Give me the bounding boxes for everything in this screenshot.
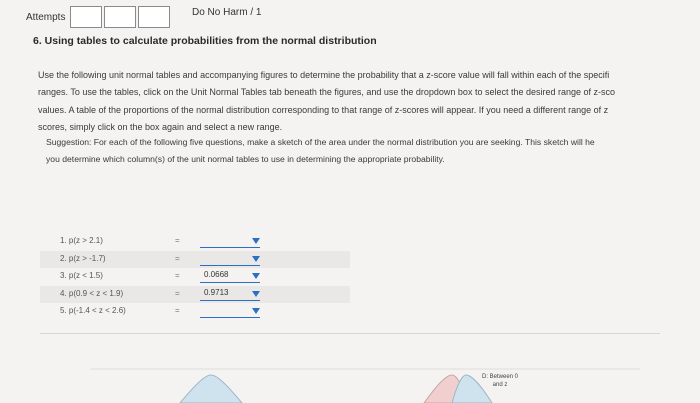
score-label: Do No Harm / 1 bbox=[192, 7, 262, 18]
question-row-4: 4. p(0.9 < z < 1.9) = 0.9713 bbox=[40, 285, 350, 303]
attempt-box bbox=[138, 6, 170, 28]
answer-dropdown-3[interactable]: 0.0668 bbox=[200, 269, 260, 283]
attempts-label: Attempts bbox=[26, 12, 66, 23]
question-label: 2. p(z > -1.7) bbox=[60, 253, 106, 263]
dropdown-arrow-icon bbox=[252, 238, 260, 244]
dropdown-value: 0.9713 bbox=[204, 287, 229, 297]
dropdown-arrow-icon bbox=[252, 255, 260, 262]
header-bar: Attempts Do No Harm / 1 bbox=[0, 0, 700, 32]
attempt-box bbox=[104, 6, 136, 28]
question-label: 4. p(0.9 < z < 1.9) bbox=[60, 288, 124, 298]
question-label: 3. p(z < 1.5) bbox=[60, 271, 103, 280]
equals-sign: = bbox=[175, 306, 180, 315]
question-label: 5. p(-1.4 < z < 2.6) bbox=[60, 306, 126, 315]
question-row-2: 2. p(z > -1.7) = bbox=[40, 250, 350, 268]
normal-curve-shape bbox=[179, 374, 243, 403]
figure-label-line: D: Between 0 bbox=[482, 374, 519, 380]
dropdown-arrow-icon bbox=[252, 273, 260, 279]
equals-sign: = bbox=[175, 288, 180, 298]
attempt-box bbox=[70, 6, 102, 28]
answer-dropdown-2[interactable] bbox=[200, 252, 260, 266]
answer-dropdown-4[interactable]: 0.9713 bbox=[200, 287, 260, 301]
dropdown-value: 0.0668 bbox=[204, 270, 229, 279]
instructions-line: values. A table of the proportions of th… bbox=[38, 104, 609, 115]
suggestion-paragraph: Suggestion: For each of the following fi… bbox=[46, 134, 700, 168]
instructions-paragraph: Use the following unit normal tables and… bbox=[38, 67, 700, 137]
question-row-1: 1. p(z > 2.1) = bbox=[40, 233, 350, 251]
suggestion-line: Suggestion: For each of the following fi… bbox=[46, 137, 595, 147]
equals-sign: = bbox=[175, 253, 180, 263]
question-row-3: 3. p(z < 1.5) = 0.0668 bbox=[40, 268, 350, 286]
section-divider bbox=[40, 333, 660, 334]
dropdown-arrow-icon bbox=[252, 290, 260, 297]
instructions-line: ranges. To use the tables, click on the … bbox=[38, 87, 616, 98]
answer-dropdown-5[interactable] bbox=[200, 304, 260, 318]
equals-sign: = bbox=[175, 271, 180, 280]
question-row-5: 5. p(-1.4 < z < 2.6) = bbox=[40, 303, 350, 321]
figure-label: D: Between 0 and z bbox=[482, 373, 518, 389]
probability-question-list: 1. p(z > 2.1) = 2. p(z > -1.7) = 3. p(z … bbox=[40, 233, 350, 321]
suggestion-line: you determine which column(s) of the uni… bbox=[46, 154, 445, 164]
answer-dropdown-1[interactable] bbox=[200, 234, 260, 248]
instructions-line: Use the following unit normal tables and… bbox=[38, 70, 610, 80]
normal-curve-figures bbox=[90, 368, 640, 403]
figure-label-line: and z bbox=[492, 382, 508, 388]
dropdown-arrow-icon bbox=[252, 308, 260, 314]
question-title: 6. Using tables to calculate probabiliti… bbox=[33, 35, 377, 47]
question-label: 1. p(z > 2.1) bbox=[60, 236, 103, 245]
attempts-boxes bbox=[70, 6, 172, 28]
equals-sign: = bbox=[175, 236, 180, 245]
